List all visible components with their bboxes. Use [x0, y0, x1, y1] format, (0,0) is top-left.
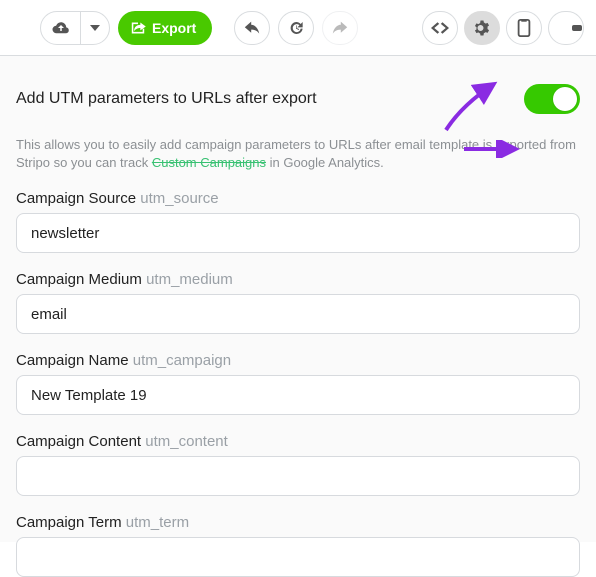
panel-title: Add UTM parameters to URLs after export — [16, 90, 317, 108]
input-campaign-source[interactable] — [16, 213, 580, 253]
export-label: Export — [152, 20, 196, 36]
clipboard-button[interactable] — [548, 11, 584, 45]
mobile-preview-button[interactable] — [506, 11, 542, 45]
label-hint: utm_campaign — [133, 352, 231, 369]
custom-campaigns-link[interactable]: Custom Campaigns — [152, 155, 266, 170]
label-campaign-name: Campaign Name utm_campaign — [16, 352, 580, 369]
label-text: Campaign Medium — [16, 271, 142, 288]
mobile-icon — [517, 19, 531, 37]
label-campaign-content: Campaign Content utm_content — [16, 433, 580, 450]
annotation-arrow-settings — [442, 80, 502, 132]
history-icon — [288, 20, 304, 36]
upload-split-button[interactable] — [40, 11, 110, 45]
input-campaign-content[interactable] — [16, 456, 580, 496]
redo-button[interactable] — [322, 11, 358, 45]
history-button[interactable] — [278, 11, 314, 45]
redo-icon — [332, 21, 348, 35]
annotation-arrow-toggle — [462, 140, 520, 158]
label-text: Campaign Name — [16, 352, 129, 369]
export-button[interactable]: Export — [118, 11, 212, 45]
field-campaign-content: Campaign Content utm_content — [16, 433, 580, 496]
settings-button[interactable] — [464, 11, 500, 45]
label-hint: utm_source — [140, 190, 218, 207]
label-hint: utm_medium — [146, 271, 233, 288]
label-hint: utm_term — [126, 514, 189, 531]
label-campaign-source: Campaign Source utm_source — [16, 190, 580, 207]
label-text: Campaign Term — [16, 514, 122, 531]
field-campaign-medium: Campaign Medium utm_medium — [16, 271, 580, 334]
upload-icon — [41, 12, 81, 44]
input-campaign-name[interactable] — [16, 375, 580, 415]
field-campaign-term: Campaign Term utm_term — [16, 514, 580, 577]
utm-toggle[interactable] — [524, 84, 580, 114]
label-campaign-term: Campaign Term utm_term — [16, 514, 580, 531]
help-post: in Google Analytics. — [266, 155, 384, 170]
gear-icon — [473, 19, 491, 37]
input-campaign-medium[interactable] — [16, 294, 580, 334]
chevron-down-icon — [81, 12, 109, 44]
code-icon — [431, 22, 449, 34]
left-spacer — [12, 11, 32, 45]
export-icon — [130, 21, 146, 35]
field-campaign-source: Campaign Source utm_source — [16, 190, 580, 253]
code-view-button[interactable] — [422, 11, 458, 45]
top-toolbar: Export — [0, 0, 596, 56]
input-campaign-term[interactable] — [16, 537, 580, 577]
label-text: Campaign Source — [16, 190, 136, 207]
undo-icon — [244, 21, 260, 35]
undo-button[interactable] — [234, 11, 270, 45]
field-campaign-name: Campaign Name utm_campaign — [16, 352, 580, 415]
settings-panel: Add UTM parameters to URLs after export … — [0, 56, 596, 542]
label-hint: utm_content — [145, 433, 228, 450]
label-campaign-medium: Campaign Medium utm_medium — [16, 271, 580, 288]
label-text: Campaign Content — [16, 433, 141, 450]
